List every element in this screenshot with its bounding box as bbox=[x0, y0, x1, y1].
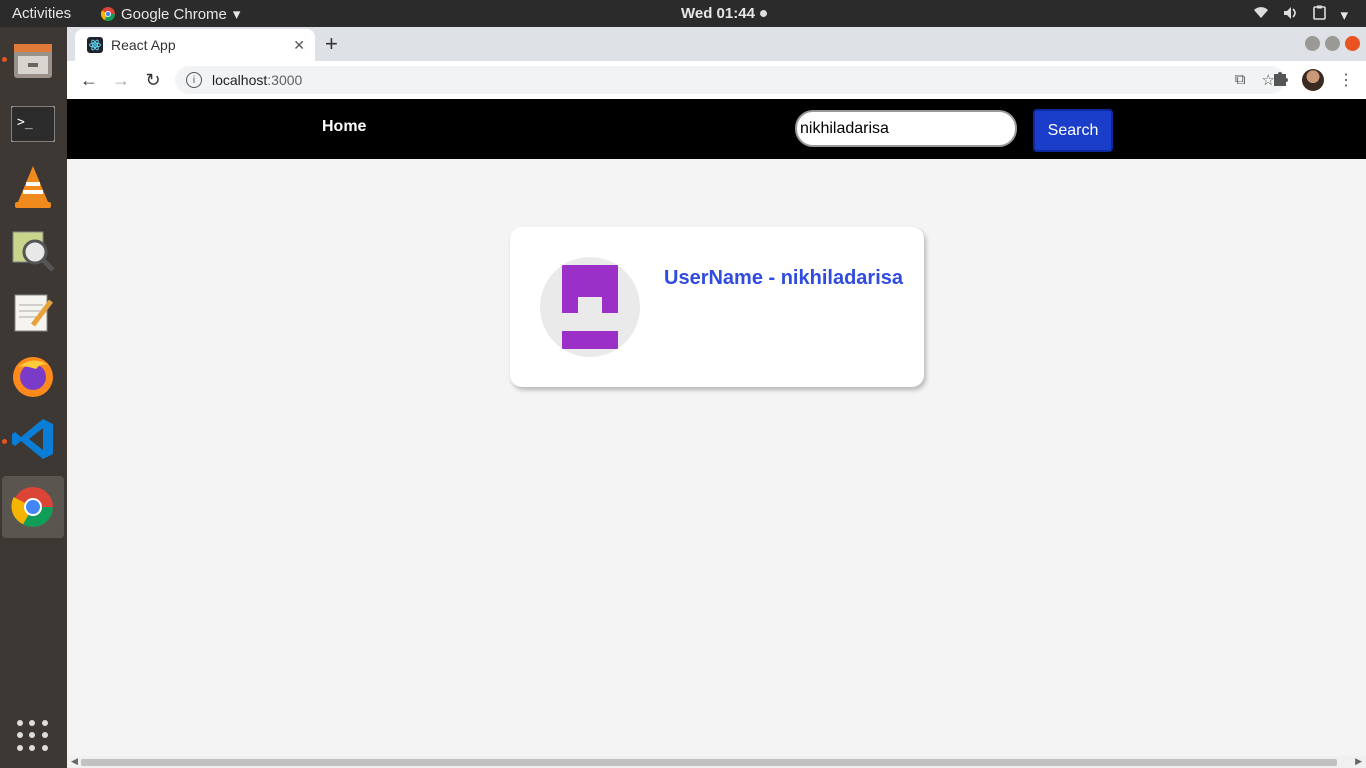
scroll-left-icon[interactable]: ◀ bbox=[71, 756, 78, 767]
address-bar[interactable]: i localhost:3000 ⧉ ☆ bbox=[175, 66, 1285, 94]
browser-window: React App ✕ + ← → ↻ i localhost:3000 ⧉ ☆… bbox=[67, 27, 1366, 768]
activities-button[interactable]: Activities bbox=[12, 5, 71, 22]
close-window-icon[interactable] bbox=[1345, 36, 1360, 51]
app-navbar: Home Search bbox=[67, 99, 1366, 159]
new-tab-icon[interactable]: + bbox=[325, 31, 338, 57]
chrome-icon bbox=[101, 7, 115, 21]
minimize-icon[interactable] bbox=[1305, 36, 1320, 51]
site-info-icon[interactable]: i bbox=[186, 72, 202, 88]
reload-icon[interactable]: ↻ bbox=[142, 69, 164, 91]
search-input[interactable] bbox=[795, 110, 1017, 147]
url-host: localhost bbox=[212, 72, 268, 88]
tab-title: React App bbox=[111, 37, 176, 53]
clock[interactable]: Wed 01:44 bbox=[681, 5, 767, 22]
image-viewer-app-icon[interactable] bbox=[9, 226, 57, 274]
username-label: UserName - nikhiladarisa bbox=[664, 267, 903, 289]
text-editor-app-icon[interactable] bbox=[9, 289, 57, 337]
window-controls bbox=[1305, 36, 1360, 51]
power-menu-chevron-icon: ▾ bbox=[1340, 6, 1348, 24]
volume-icon bbox=[1283, 6, 1299, 24]
notification-dot-icon bbox=[759, 10, 767, 17]
system-tray[interactable]: ▾ bbox=[1253, 5, 1348, 24]
scrollbar-thumb[interactable] bbox=[81, 759, 1337, 766]
chevron-down-icon: ▾ bbox=[232, 6, 241, 23]
running-indicator bbox=[2, 439, 7, 444]
vlc-app-icon[interactable] bbox=[9, 163, 57, 211]
url-text: localhost:3000 bbox=[212, 72, 302, 88]
wifi-icon bbox=[1253, 6, 1269, 23]
app-menu-label: Google Chrome bbox=[121, 5, 227, 23]
browser-tab[interactable]: React App ✕ bbox=[75, 29, 315, 61]
home-link[interactable]: Home bbox=[322, 118, 366, 136]
close-tab-icon[interactable]: ✕ bbox=[293, 37, 305, 54]
web-page: Home Search UserName - nikhiladarisa bbox=[67, 99, 1366, 756]
horizontal-scrollbar[interactable]: ◀ ▶ bbox=[67, 756, 1366, 768]
url-port: :3000 bbox=[267, 72, 303, 88]
back-icon[interactable]: ← bbox=[78, 69, 100, 91]
react-favicon-icon bbox=[87, 37, 103, 53]
open-in-app-icon[interactable]: ⧉ bbox=[1235, 71, 1246, 89]
scroll-right-icon[interactable]: ▶ bbox=[1355, 756, 1362, 767]
dock: >_ bbox=[0, 27, 67, 768]
firefox-app-icon[interactable] bbox=[9, 352, 57, 400]
clock-text: Wed 01:44 bbox=[681, 5, 755, 22]
user-avatar-logo-icon bbox=[562, 265, 618, 349]
browser-toolbar: ← → ↻ i localhost:3000 ⧉ ☆ ⋮ bbox=[67, 61, 1366, 100]
user-avatar bbox=[540, 257, 640, 357]
system-top-bar: Activities Google Chrome ▾ Wed 01:44 ▾ bbox=[0, 0, 1366, 27]
user-card: UserName - nikhiladarisa bbox=[510, 227, 924, 387]
clipboard-icon bbox=[1313, 5, 1327, 24]
running-indicator bbox=[2, 57, 7, 62]
search-button[interactable]: Search bbox=[1033, 109, 1113, 152]
toolbar-actions: ⋮ bbox=[1272, 69, 1354, 91]
maximize-icon[interactable] bbox=[1325, 36, 1340, 51]
extensions-puzzle-icon[interactable] bbox=[1272, 70, 1288, 91]
forward-icon[interactable]: → bbox=[110, 69, 132, 91]
show-applications-icon[interactable] bbox=[17, 720, 49, 752]
vscode-app-icon[interactable] bbox=[9, 415, 57, 463]
app-menu[interactable]: Google Chrome ▾ bbox=[101, 5, 240, 23]
terminal-app-icon[interactable]: >_ bbox=[9, 100, 57, 148]
profile-avatar[interactable] bbox=[1302, 69, 1324, 91]
svg-text:>_: >_ bbox=[17, 115, 33, 130]
chrome-app-icon[interactable] bbox=[2, 476, 64, 538]
tab-strip: React App ✕ + bbox=[67, 27, 1366, 61]
files-app-icon[interactable] bbox=[9, 37, 57, 85]
kebab-menu-icon[interactable]: ⋮ bbox=[1338, 70, 1354, 90]
